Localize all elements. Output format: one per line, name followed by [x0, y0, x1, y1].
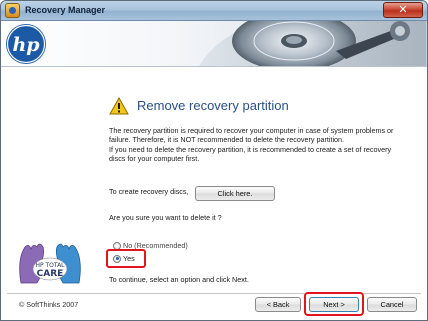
create-discs-label: To create recovery discs,: [109, 187, 189, 196]
delete-confirmation-question: Are you sure you want to delete it ?: [109, 213, 222, 222]
continue-hint: To continue, select an option and click …: [109, 275, 249, 284]
close-button[interactable]: ✕: [383, 2, 423, 18]
window-title: Recovery Manager: [25, 5, 106, 15]
recovery-manager-app-icon: [5, 3, 20, 18]
next-button[interactable]: Next >: [309, 297, 359, 312]
paragraph-line: If you need to delete the recovery parti…: [109, 144, 392, 154]
hp-logo: hp: [6, 24, 46, 64]
hard-disk-image: [199, 21, 426, 66]
warning-paragraph: The recovery partition is required to re…: [109, 126, 409, 164]
care-logo-line1: HP TOTAL: [35, 262, 65, 269]
hp-total-care-logo: HP TOTAL CARE: [19, 243, 81, 284]
warning-icon: [109, 97, 129, 115]
paragraph-line: discs for your computer first.: [109, 154, 200, 164]
create-recovery-discs-button[interactable]: Click here.: [195, 186, 275, 201]
paragraph-line: failure. Therefore, it is NOT recommende…: [109, 135, 345, 145]
hp-logo-text: hp: [12, 34, 40, 56]
paragraph-line: The recovery partition is required to re…: [109, 126, 394, 135]
copyright-text: © SoftThinks 2007: [19, 300, 79, 309]
recovery-manager-window: Recovery Manager ✕ hp Remove recovery pa…: [0, 0, 428, 321]
hp-banner: hp: [1, 21, 427, 67]
cancel-button[interactable]: Cancel: [367, 297, 417, 312]
care-logo-line2: CARE: [37, 269, 64, 279]
back-button[interactable]: < Back: [255, 297, 301, 312]
dialog-heading: Remove recovery partition: [137, 98, 289, 113]
title-bar[interactable]: Recovery Manager ✕: [1, 1, 427, 21]
yes-option-highlight-box: [106, 249, 146, 268]
